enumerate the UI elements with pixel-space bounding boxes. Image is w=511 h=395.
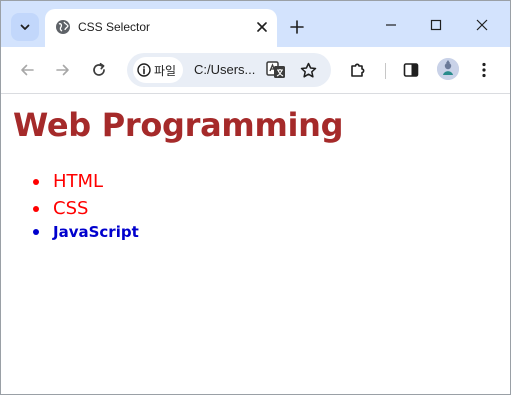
close-icon [476,19,488,31]
back-button[interactable] [15,58,39,82]
new-tab-button[interactable] [285,15,309,39]
browser-toolbar: 파일 C:/Users... [1,47,510,94]
minimize-button[interactable] [379,13,403,37]
list-item-javascript: JavaScript [53,223,139,241]
minimize-icon [386,24,396,26]
list-item-css: CSS [53,195,139,222]
globe-icon [56,20,70,34]
maximize-button[interactable] [424,13,448,37]
menu-button[interactable] [472,58,496,82]
puzzle-icon [351,63,365,77]
toolbar-divider [385,63,386,79]
side-panel-icon [403,63,419,77]
tab-strip: CSS Selector [1,1,510,47]
chevron-down-icon [20,24,30,30]
star-icon [300,62,316,78]
info-icon [137,63,151,77]
reload-icon [93,62,105,76]
tab-search-button[interactable] [11,13,39,41]
avatar-icon [437,58,459,80]
tab-title: CSS Selector [78,20,151,34]
translate-icon [266,61,285,78]
window-close-button[interactable] [470,13,494,37]
close-icon [257,22,267,32]
plus-icon [290,20,304,34]
arrow-left-icon [21,64,34,76]
browser-window: CSS Selector 파일 C:/Users... Web Programm… [0,0,511,395]
reload-button[interactable] [87,58,111,82]
arrow-right-icon [56,64,69,76]
side-panel-button[interactable] [399,58,423,82]
page-heading: Web Programming [13,106,344,144]
page-content: Web Programming HTML CSS JavaScript [1,94,510,394]
translate-button[interactable] [264,58,288,82]
language-list: HTML CSS JavaScript [1,168,139,242]
url-text[interactable]: C:/Users... [194,62,255,77]
list-item-html: HTML [53,168,139,195]
bookmark-button[interactable] [296,58,320,82]
tab-css-selector[interactable]: CSS Selector [45,9,277,47]
tab-close-button[interactable] [253,18,271,36]
maximize-icon [430,19,442,31]
site-info-label: 파일 [154,63,177,78]
forward-button[interactable] [51,58,75,82]
site-info-chip[interactable]: 파일 [133,57,183,83]
kebab-menu-icon [482,62,486,78]
extensions-button[interactable] [346,58,370,82]
profile-avatar[interactable] [437,58,459,80]
